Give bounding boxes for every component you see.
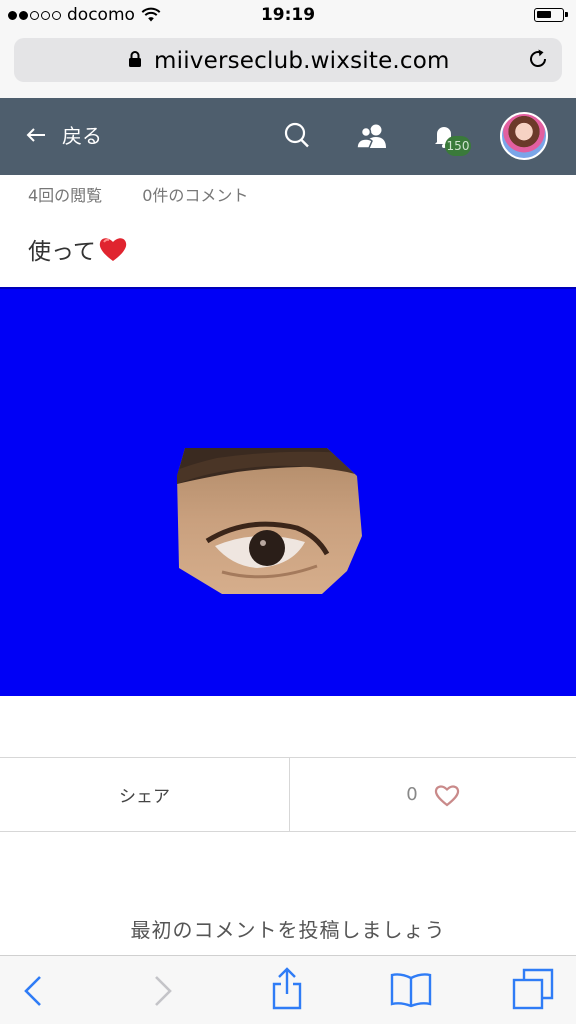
site-header: 戻る (0, 98, 576, 175)
post-text-content: 使って (28, 239, 96, 265)
back-arrow-icon (26, 127, 46, 143)
tabs-icon[interactable] (512, 968, 554, 1010)
heart-outline-icon (434, 784, 459, 806)
post-meta: 4回の閲覧 0件のコメント (28, 182, 248, 206)
post-text: 使って (28, 232, 128, 266)
reload-icon[interactable] (526, 47, 550, 71)
view-count: 4回の閲覧 (28, 186, 103, 205)
status-bar: docomo 19:19 (0, 0, 576, 32)
back-label: 戻る (62, 124, 102, 148)
notification-badge: 150 (445, 136, 471, 156)
bookmarks-icon[interactable] (389, 972, 433, 1008)
back-chevron-icon[interactable] (22, 974, 44, 1008)
comment-count: 0件のコメント (142, 186, 249, 205)
avatar[interactable] (500, 112, 548, 160)
url-text: miiverseclub.wixsite.com (154, 48, 450, 74)
lock-icon (129, 51, 141, 67)
status-time: 19:19 (260, 5, 316, 25)
search-icon[interactable] (283, 120, 311, 150)
safari-toolbar (0, 955, 576, 1024)
share-button[interactable]: シェア (0, 758, 290, 831)
people-icon[interactable] (356, 122, 388, 150)
like-button[interactable]: 0 (290, 758, 576, 831)
post-image[interactable] (0, 287, 576, 696)
red-heart-emoji-icon (98, 235, 128, 263)
like-count: 0 (406, 784, 418, 805)
share-icon[interactable] (270, 966, 304, 1010)
forward-chevron-icon[interactable] (152, 974, 174, 1008)
action-bar: シェア 0 (0, 757, 576, 832)
safari-url-area: miiverseclub.wixsite.com (0, 32, 576, 98)
battery-icon (534, 8, 568, 22)
back-button[interactable]: 戻る (26, 120, 102, 149)
address-bar[interactable]: miiverseclub.wixsite.com (14, 38, 562, 82)
first-comment-prompt[interactable]: 最初のコメントを投稿しましょう (0, 914, 576, 943)
eye-photo-crop (177, 448, 362, 594)
